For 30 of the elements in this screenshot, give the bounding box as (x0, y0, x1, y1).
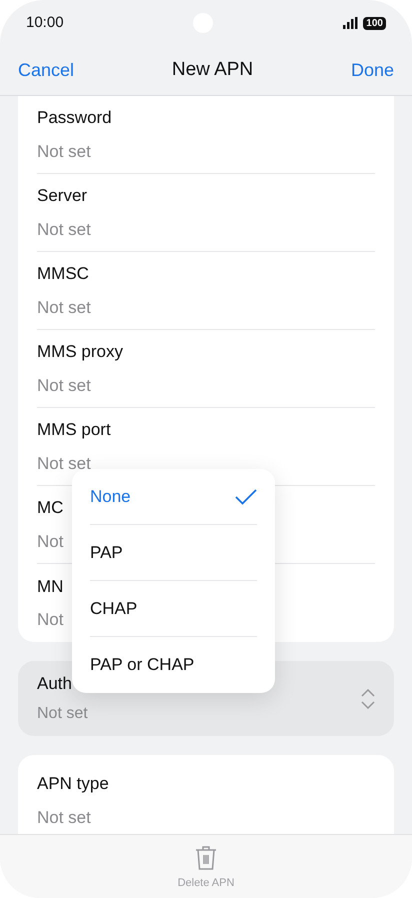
done-button[interactable]: Done (350, 57, 394, 84)
battery-level: 100 (363, 16, 386, 30)
menu-option[interactable]: PAP (90, 525, 257, 581)
field-label: APN type (37, 773, 109, 795)
checkmark-icon (235, 488, 257, 504)
field-label: MN (37, 576, 64, 598)
chevron-up-down-icon (361, 688, 375, 708)
signal-icon (343, 17, 358, 29)
field-label: MMS proxy (37, 341, 123, 363)
trash-icon (195, 845, 217, 871)
field-value: Not set (37, 218, 91, 240)
cancel-button[interactable]: Cancel (18, 57, 74, 84)
field-label: MMSC (37, 263, 89, 285)
field-value: Not (37, 609, 64, 631)
field-label: Server (37, 185, 88, 207)
menu-option[interactable]: CHAP (90, 581, 257, 637)
page-title: New APN (172, 58, 254, 82)
menu-option[interactable]: None (90, 469, 257, 525)
field-value: Not set (37, 296, 91, 318)
field-value: Not set (37, 374, 91, 396)
status-time: 10:00 (26, 12, 64, 33)
field-value: Not set (37, 806, 91, 828)
field-value: Not set (37, 140, 91, 162)
field-value: Not set (37, 452, 91, 474)
field-label: Auth (37, 672, 72, 695)
field-label: MMS port (37, 419, 111, 441)
field-label: Password (37, 107, 112, 129)
field-value: Not set (37, 704, 88, 724)
field-label: MC (37, 497, 64, 519)
field-value: Not (37, 530, 64, 552)
